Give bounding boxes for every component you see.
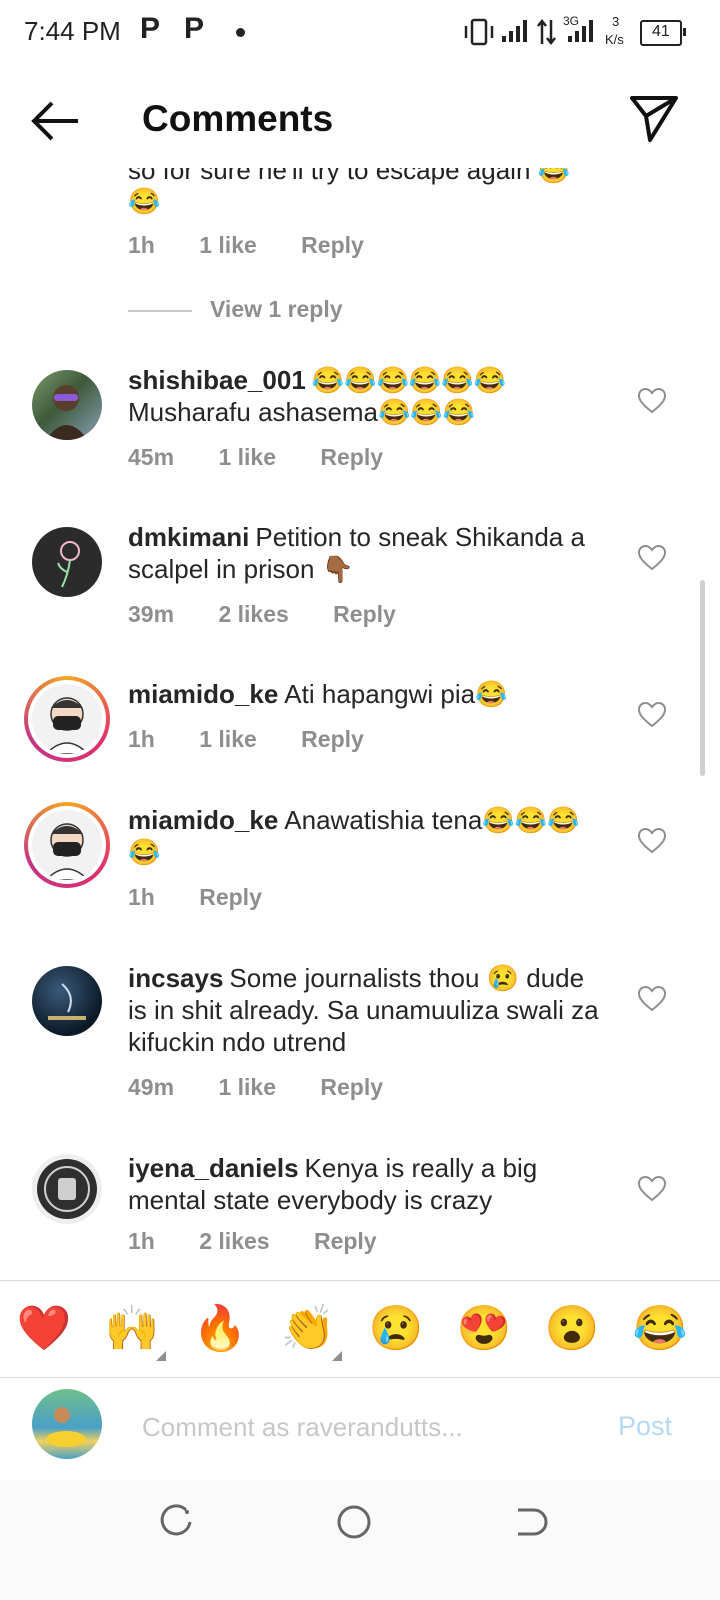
reply-button[interactable]: Reply <box>301 232 364 258</box>
page-title: Comments <box>142 98 334 139</box>
avatar[interactable] <box>32 370 102 440</box>
comment-meta: 49m 1 like Reply <box>128 1074 421 1101</box>
reply-button[interactable]: Reply <box>314 1228 377 1254</box>
comment-body: shishibae_001 😂😂😂😂😂😂 Musharafu ashasema😂😂… <box>128 364 608 428</box>
partial-comment-emoji: 😂 <box>128 186 161 216</box>
comment-username[interactable]: miamido_ke <box>128 805 278 835</box>
emoji-heart-eyes-button[interactable]: 😍 <box>454 1301 514 1357</box>
comment-username[interactable]: miamido_ke <box>128 679 278 709</box>
avatar-story-ring[interactable] <box>24 802 110 888</box>
skin-tone-indicator <box>332 1351 342 1361</box>
like-heart-icon[interactable] <box>638 828 666 854</box>
avatar-story-ring[interactable] <box>24 676 110 762</box>
avatar[interactable] <box>32 966 102 1036</box>
emoji-crying-button[interactable]: 😢 <box>366 1301 426 1357</box>
emoji-clapping-button[interactable]: 👏 <box>278 1301 342 1361</box>
share-send-icon[interactable] <box>628 92 680 144</box>
comment-body: miamido_ke Ati hapangwi pia😂 <box>128 678 608 710</box>
comment-time: 1h <box>128 884 155 910</box>
reply-button[interactable]: Reply <box>320 444 383 470</box>
battery-level: 41 <box>652 23 670 40</box>
status-bar: 7:44 PM P P 3G 3 K/s 41 <box>0 0 720 64</box>
comment-body: iyena_daniels Kenya is really a big menta… <box>128 1152 608 1216</box>
comment-username[interactable]: dmkimani <box>128 522 249 552</box>
network-speed-value: 3 <box>612 14 620 29</box>
emoji-laughing-button[interactable]: 😂 <box>630 1301 690 1357</box>
comment-username[interactable]: iyena_daniels <box>128 1153 299 1183</box>
comment-likes[interactable]: 1 like <box>218 1074 276 1100</box>
comment-text: Ati hapangwi pia😂 <box>284 679 508 709</box>
scrollbar[interactable] <box>700 580 705 776</box>
vibrate-icon <box>464 18 494 46</box>
view-replies-label: View 1 reply <box>210 296 343 322</box>
comment-likes[interactable]: 2 likes <box>199 1228 269 1254</box>
signal-3g-icon <box>568 20 593 42</box>
emoji-surprised-button[interactable]: 😮 <box>542 1301 602 1357</box>
comment-composer: Post <box>0 1377 720 1480</box>
comment-time: 45m <box>128 444 175 470</box>
comment-meta: 1h 1 like Reply <box>128 726 402 753</box>
system-navigation-bar <box>0 1480 720 1600</box>
avatar[interactable] <box>32 527 102 597</box>
more-notifications-dot <box>236 28 245 37</box>
like-heart-icon[interactable] <box>638 388 666 414</box>
emoji-glyph: 👏 <box>280 1304 336 1353</box>
emoji-quick-reactions: ❤️ 🙌 🔥 👏 😢 😍 😮 😂 <box>0 1280 720 1378</box>
comment-body: dmkimani Petition to sneak Shikanda a sca… <box>128 521 608 585</box>
network-speed-unit: K/s <box>605 32 624 47</box>
emoji-heart-button[interactable]: ❤️ <box>14 1301 74 1357</box>
emoji-raising-hands-button[interactable]: 🙌 <box>102 1301 166 1361</box>
like-heart-icon[interactable] <box>638 702 666 728</box>
comment-likes[interactable]: 1 like <box>199 726 257 752</box>
comment-time: 1h <box>128 1228 155 1254</box>
comment-meta: 1h 2 likes Reply <box>128 1228 415 1255</box>
comment-meta: 45m 1 like Reply <box>128 444 421 471</box>
home-icon[interactable] <box>334 1502 374 1542</box>
signal-icon <box>502 20 527 42</box>
comment-username[interactable]: incsays <box>128 963 223 993</box>
comment-body: miamido_ke Anawatishia tena😂😂😂😂 <box>128 804 608 868</box>
data-transfer-icon <box>537 18 556 46</box>
reply-button[interactable]: Reply <box>301 726 364 752</box>
reply-button[interactable]: Reply <box>333 601 396 627</box>
post-button[interactable]: Post <box>618 1411 672 1442</box>
emoji-fire-button[interactable]: 🔥 <box>190 1301 250 1357</box>
comment-meta: 1h Reply <box>128 884 300 911</box>
user-avatar <box>32 1389 102 1459</box>
comment-time: 49m <box>128 1074 175 1100</box>
avatar <box>32 810 102 880</box>
like-heart-icon[interactable] <box>638 986 666 1012</box>
comment-likes[interactable]: 1 like <box>199 232 257 258</box>
back-nav-icon[interactable] <box>510 1502 550 1542</box>
app-notification-icon: P <box>184 12 205 45</box>
partial-comment-text: so for sure he'll try to escape again 😂 <box>128 155 570 185</box>
comment-meta: 39m 2 likes Reply <box>128 601 434 628</box>
back-arrow-icon[interactable] <box>26 96 86 146</box>
emoji-glyph: 🙌 <box>104 1304 160 1353</box>
comment-username[interactable]: shishibae_001 <box>128 365 306 395</box>
comment-likes[interactable]: 1 like <box>218 444 276 470</box>
app-notification-icon: P <box>140 12 161 45</box>
avatar <box>32 684 102 754</box>
comment-time: 1h <box>128 726 155 752</box>
avatar[interactable] <box>32 1154 102 1224</box>
like-heart-icon[interactable] <box>638 545 666 571</box>
comment-input[interactable] <box>142 1407 582 1447</box>
comment-body: incsays Some journalists thou 😢 dude is i… <box>128 962 608 1058</box>
comment-likes[interactable]: 2 likes <box>218 601 288 627</box>
recent-apps-icon[interactable] <box>156 1502 196 1542</box>
comment-meta: 1h 1 like Reply <box>128 232 402 259</box>
comment-time: 39m <box>128 601 175 627</box>
like-heart-icon[interactable] <box>638 1176 666 1202</box>
comments-list[interactable]: so for sure he'll try to escape again 😂 … <box>0 150 720 1280</box>
status-time: 7:44 PM <box>24 16 121 46</box>
comment-time: 1h <box>128 232 155 258</box>
battery-icon: 41 <box>640 20 686 46</box>
view-replies-line <box>128 310 192 312</box>
skin-tone-indicator <box>156 1351 166 1361</box>
reply-button[interactable]: Reply <box>320 1074 383 1100</box>
reply-button[interactable]: Reply <box>199 884 262 910</box>
